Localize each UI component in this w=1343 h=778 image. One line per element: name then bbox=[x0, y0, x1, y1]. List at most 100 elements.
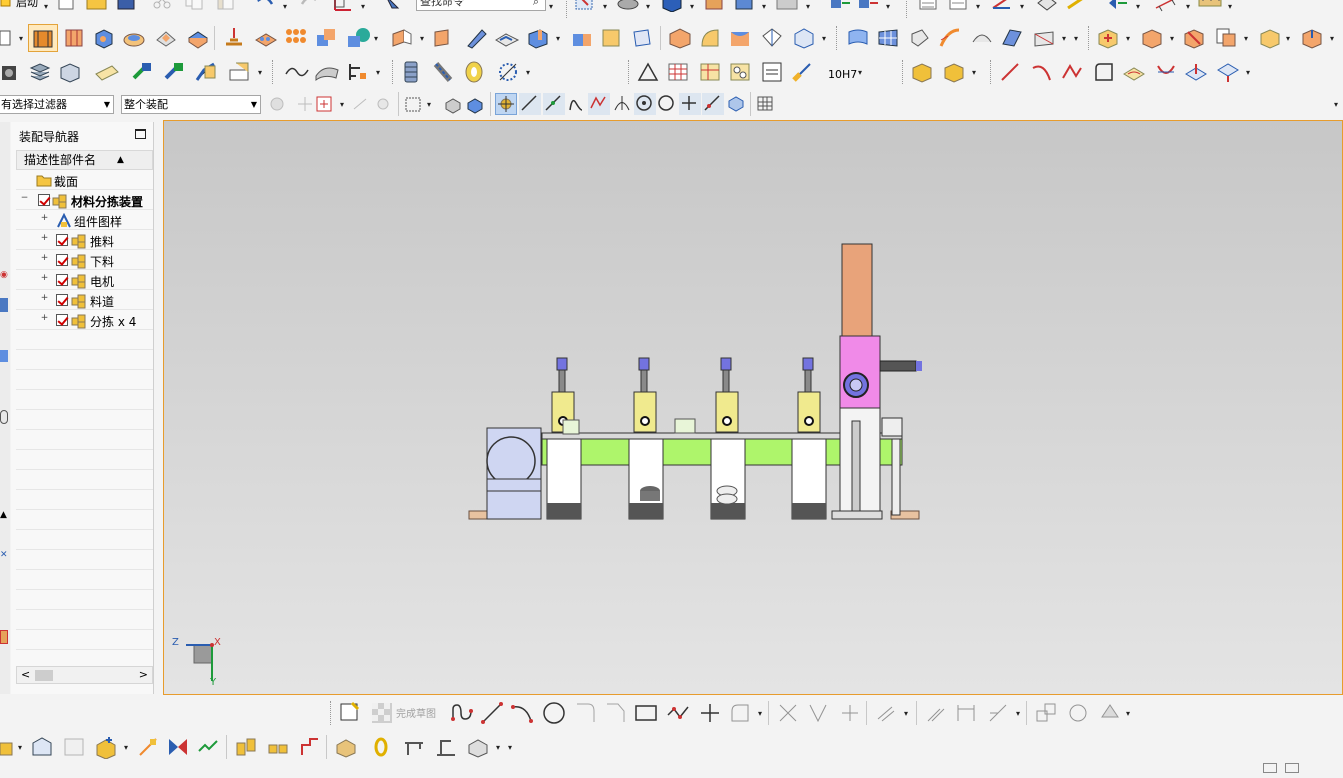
resource-bar-icon-4[interactable] bbox=[0, 410, 8, 424]
blue-block-icon[interactable] bbox=[734, 0, 758, 18]
layer-icon[interactable] bbox=[918, 0, 942, 18]
line-icon[interactable] bbox=[998, 60, 1022, 84]
profile-icon[interactable] bbox=[450, 701, 474, 725]
collapse-icon[interactable]: − bbox=[20, 194, 29, 203]
add-existing-icon[interactable] bbox=[94, 735, 118, 760]
hole-icon[interactable] bbox=[526, 26, 550, 50]
assembly-parts-icon[interactable] bbox=[910, 60, 934, 84]
extract-geometry-icon[interactable] bbox=[698, 26, 722, 50]
maximize-icon[interactable] bbox=[135, 129, 146, 139]
sort-ascending-icon[interactable]: ▲ bbox=[117, 151, 124, 169]
wave-geometry-icon[interactable] bbox=[234, 735, 258, 759]
arc-icon[interactable] bbox=[1030, 60, 1054, 84]
chamfer-icon[interactable] bbox=[494, 26, 520, 50]
expand-icon[interactable]: + bbox=[40, 314, 49, 323]
finish-sketch-icon[interactable] bbox=[370, 701, 394, 725]
subtract-icon[interactable] bbox=[346, 26, 370, 50]
assembly-scope-dropdown[interactable]: 整个装配 ▼ bbox=[121, 95, 261, 114]
gear-sketch-icon[interactable] bbox=[496, 60, 520, 84]
intersect-curve-icon[interactable] bbox=[1216, 60, 1240, 84]
quick-extend-icon[interactable] bbox=[806, 701, 830, 725]
assembly-parts-2-icon[interactable] bbox=[942, 60, 966, 84]
bom-icon[interactable] bbox=[334, 735, 358, 759]
point-tool-icon[interactable] bbox=[698, 701, 722, 725]
background-color-icon[interactable] bbox=[776, 0, 800, 18]
tree-row-push[interactable]: + 推料 bbox=[16, 230, 153, 250]
status-window-icon[interactable] bbox=[1285, 763, 1299, 773]
sorting-device-model[interactable] bbox=[164, 121, 1343, 695]
chamfer-tool-icon[interactable] bbox=[604, 701, 628, 725]
graphics-window[interactable]: Z X Y bbox=[163, 120, 1343, 695]
body-icon[interactable] bbox=[792, 26, 816, 50]
studio-surface-icon[interactable] bbox=[908, 26, 932, 50]
layer-stack-icon[interactable] bbox=[28, 60, 52, 84]
replace-component-icon[interactable] bbox=[1182, 26, 1206, 50]
make-corner-icon[interactable] bbox=[838, 701, 862, 725]
shape-tool-icon[interactable] bbox=[728, 701, 752, 725]
assembly-constraints-icon[interactable] bbox=[0, 60, 24, 84]
n-sided-surface-icon[interactable] bbox=[970, 26, 994, 50]
hammer-blue-icon[interactable] bbox=[162, 60, 186, 84]
circle-tool-icon[interactable] bbox=[542, 701, 566, 725]
resource-bar-icon-2[interactable] bbox=[0, 298, 8, 312]
snap-quadrant-icon[interactable] bbox=[656, 93, 680, 117]
measure-icon[interactable] bbox=[1066, 0, 1090, 18]
ruler-icon[interactable] bbox=[1198, 0, 1222, 18]
building-disabled-icon[interactable] bbox=[62, 735, 86, 759]
column-header[interactable]: 描述性部件名 ▲ bbox=[16, 150, 153, 170]
curve-on-surface-icon[interactable] bbox=[1184, 60, 1208, 84]
spring-stack-icon[interactable] bbox=[400, 60, 424, 84]
stacked-sheets-icon[interactable] bbox=[58, 60, 82, 84]
bearing-icon[interactable] bbox=[462, 60, 486, 84]
extrude-icon[interactable] bbox=[62, 26, 86, 50]
cut-icon[interactable] bbox=[152, 0, 176, 18]
save-icon[interactable] bbox=[117, 0, 141, 18]
box-select-icon[interactable] bbox=[404, 95, 428, 119]
wrap-geometry-icon[interactable] bbox=[728, 26, 752, 50]
rectangle-tool-icon[interactable] bbox=[634, 701, 658, 725]
triangle-icon[interactable] bbox=[636, 60, 660, 84]
table-edit-icon[interactable] bbox=[698, 60, 722, 84]
quick-trim-icon[interactable] bbox=[776, 701, 800, 725]
surface-grey-icon[interactable] bbox=[314, 60, 339, 84]
studio-spline-icon[interactable] bbox=[1060, 60, 1084, 84]
redo-icon[interactable] bbox=[298, 0, 322, 18]
view-icon[interactable] bbox=[616, 0, 640, 18]
visibility-checkbox[interactable] bbox=[56, 294, 68, 306]
combine-icon[interactable] bbox=[314, 26, 338, 50]
visibility-checkbox[interactable] bbox=[56, 314, 68, 326]
snap-icon[interactable] bbox=[1106, 0, 1130, 18]
wave-link-icon[interactable] bbox=[194, 60, 218, 84]
resource-bar-icon-5[interactable]: ▲ bbox=[0, 510, 7, 520]
cube-tool-icon[interactable] bbox=[466, 735, 490, 759]
visibility-checkbox[interactable] bbox=[56, 234, 68, 246]
scroll-left-icon[interactable]: < bbox=[21, 668, 30, 681]
move-component-icon[interactable] bbox=[828, 0, 852, 18]
spring-icon[interactable] bbox=[432, 60, 456, 84]
snap-existing-point-icon[interactable] bbox=[679, 93, 701, 115]
snap-enable-icon[interactable] bbox=[495, 93, 517, 115]
finish-sketch-label[interactable]: 完成草图 bbox=[396, 705, 436, 720]
undo-icon[interactable] bbox=[254, 0, 278, 18]
trim-body-icon[interactable] bbox=[390, 26, 414, 50]
tree-row-feed[interactable]: + 下料 bbox=[16, 250, 153, 270]
tree-row-chute[interactable]: + 料道 bbox=[16, 290, 153, 310]
drawing-sheet-icon[interactable] bbox=[760, 60, 784, 84]
sketch-color-icon[interactable] bbox=[1098, 701, 1122, 725]
fixture-icon[interactable] bbox=[434, 735, 458, 759]
mirror-assembly-icon[interactable] bbox=[166, 735, 190, 759]
copy-icon[interactable] bbox=[184, 0, 208, 18]
table-grid-icon[interactable] bbox=[666, 60, 690, 84]
visibility-checkbox[interactable] bbox=[56, 254, 68, 266]
pattern-feature-icon[interactable] bbox=[254, 26, 278, 50]
ruled-surface-icon[interactable] bbox=[1000, 26, 1024, 50]
arc-tool-icon[interactable] bbox=[510, 701, 534, 725]
relations-browser-icon[interactable] bbox=[1066, 701, 1090, 725]
new-component-icon[interactable] bbox=[1140, 26, 1164, 50]
sketch-active-icon[interactable] bbox=[28, 24, 58, 52]
tree-row-root-assembly[interactable]: − 材料分拣装置 bbox=[16, 190, 153, 210]
fillet-curve-icon[interactable] bbox=[1092, 60, 1116, 84]
expand-icon[interactable]: + bbox=[40, 294, 49, 303]
snap-arrow-icon[interactable] bbox=[352, 95, 376, 119]
new-file-icon[interactable] bbox=[56, 0, 80, 18]
